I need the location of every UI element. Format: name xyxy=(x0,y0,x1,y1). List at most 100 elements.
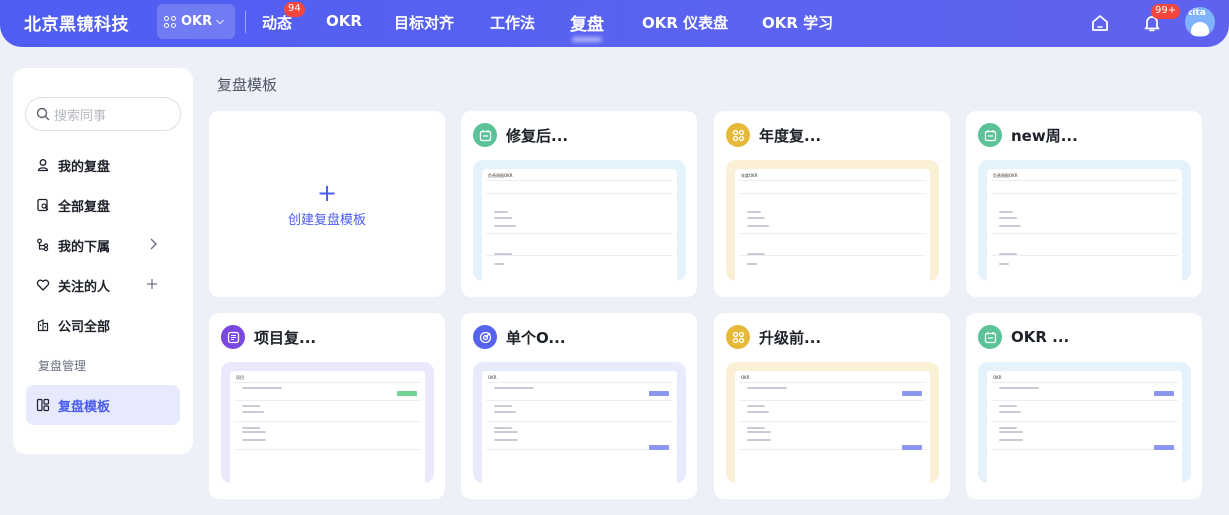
app-switcher-label: OKR xyxy=(181,14,213,29)
preview-divider xyxy=(486,193,673,194)
preview-text-line xyxy=(999,211,1013,213)
building-icon xyxy=(37,319,49,332)
preview-status-chip xyxy=(1154,391,1174,396)
preview-status-chip xyxy=(902,445,922,450)
preview-divider xyxy=(739,180,926,181)
preview-text-line xyxy=(747,211,761,213)
template-preview-page: OKR xyxy=(482,371,677,483)
search-placeholder: 搜索同事 xyxy=(54,108,107,124)
template-preview-thumbnail: OKR xyxy=(473,362,686,483)
sidebar: 搜索同事 我的复盘 全部复盘 我的下属 关注的人 公司全部 复盘管理 复盘模板 xyxy=(13,68,193,454)
preview-text-line xyxy=(494,263,504,265)
sidebar-item-subordinates[interactable]: 我的下属 xyxy=(26,225,180,265)
nav-tab-okr[interactable]: OKR xyxy=(326,12,362,30)
chevron-down-icon: ⌵ xyxy=(216,16,224,27)
preview-title: 负责周报OKR xyxy=(488,173,513,178)
calendar-icon xyxy=(473,123,497,147)
template-card-title: 年度复... xyxy=(759,126,822,145)
plus-icon[interactable] xyxy=(146,277,158,291)
preview-title: OKR xyxy=(488,375,497,380)
home-icon[interactable] xyxy=(1089,12,1111,34)
preview-divider xyxy=(739,400,926,401)
preview-text-line xyxy=(747,253,765,255)
create-template-card[interactable]: + 创建复盘模板 xyxy=(209,111,445,297)
nav-tab-methods[interactable]: 工作法 xyxy=(490,12,535,33)
preview-text-line xyxy=(999,217,1017,219)
sidebar-item-company[interactable]: 公司全部 xyxy=(26,305,180,345)
nav-tab-review[interactable]: 复盘 xyxy=(570,10,604,35)
preview-divider xyxy=(486,382,673,383)
template-preview-thumbnail: 项目 xyxy=(221,362,434,483)
preview-text-line xyxy=(999,427,1017,429)
preview-divider xyxy=(234,400,421,401)
nav-divider xyxy=(245,11,246,33)
preview-divider xyxy=(486,233,673,234)
template-card[interactable]: 项目复... 项目 xyxy=(209,313,445,499)
sidebar-item-templates[interactable]: 复盘模板 xyxy=(26,385,180,425)
nav-tab-dashboard[interactable]: OKR 仪表盘 xyxy=(642,12,728,33)
preview-text-line xyxy=(999,253,1017,255)
create-template-label: 创建复盘模板 xyxy=(287,212,366,228)
preview-divider xyxy=(739,255,926,256)
template-card[interactable]: new周... 负责周报OKR xyxy=(966,111,1202,297)
preview-divider xyxy=(486,449,673,450)
sidebar-item-label: 公司全部 xyxy=(58,319,111,335)
template-preview-thumbnail: OKR xyxy=(978,362,1191,483)
preview-text-line xyxy=(747,439,771,441)
preview-text-line xyxy=(494,387,534,389)
preview-divider xyxy=(739,421,926,422)
chevron-right-icon xyxy=(150,238,157,250)
template-card-header: new周... xyxy=(978,123,1078,147)
template-card[interactable]: 单个O... OKR xyxy=(461,313,697,499)
preview-text-line xyxy=(747,263,757,265)
preview-text-line xyxy=(242,439,266,441)
preview-divider xyxy=(991,421,1178,422)
nav-tab-learning[interactable]: OKR 学习 xyxy=(762,12,833,33)
user-icon xyxy=(37,159,49,172)
grid-icon xyxy=(726,325,750,349)
top-navigation-bar: 北京黑镜科技 OKR ⌵ 动态 94 OKR 目标对齐 工作法 复盘 OKR 仪… xyxy=(0,0,1229,47)
nav-tab-feed[interactable]: 动态 94 xyxy=(262,2,305,33)
preview-status-chip xyxy=(649,391,669,396)
nav-tab-alignment[interactable]: 目标对齐 xyxy=(394,12,454,33)
preview-text-line xyxy=(494,439,518,441)
notification-count-badge: 99+ xyxy=(1151,4,1181,19)
notification-bell-icon[interactable]: 99+ xyxy=(1141,4,1181,34)
template-card[interactable]: 修复后... 负责周报OKR xyxy=(461,111,697,297)
preview-divider xyxy=(739,193,926,194)
template-card[interactable]: 升级前... OKR xyxy=(714,313,950,499)
calendar-icon xyxy=(978,325,1002,349)
preview-title: OKR xyxy=(993,375,1002,380)
sidebar-item-my-review[interactable]: 我的复盘 xyxy=(26,145,180,185)
preview-text-line xyxy=(999,405,1017,407)
search-colleague-input[interactable]: 搜索同事 xyxy=(25,97,181,131)
grid-icon xyxy=(726,123,750,147)
preview-divider xyxy=(991,255,1178,256)
preview-divider xyxy=(739,449,926,450)
template-card[interactable]: 年度复... 年度OKR xyxy=(714,111,950,297)
user-avatar[interactable]: tita xyxy=(1185,7,1215,37)
sidebar-item-label: 我的下属 xyxy=(58,239,111,255)
sidebar-item-label: 关注的人 xyxy=(58,279,111,295)
template-card-header: 修复后... xyxy=(473,123,568,147)
preview-title: OKR xyxy=(741,375,750,380)
template-card[interactable]: OKR ... OKR xyxy=(966,313,1202,499)
template-preview-thumbnail: OKR xyxy=(726,362,939,483)
target-icon xyxy=(473,325,497,349)
preview-text-line xyxy=(747,387,787,389)
sidebar-item-following[interactable]: 关注的人 xyxy=(26,265,180,305)
feed-count-badge: 94 xyxy=(284,2,305,17)
preview-text-line xyxy=(242,427,260,429)
nav-tab-label: 动态 xyxy=(262,14,293,32)
template-card-title: 单个O... xyxy=(506,328,566,347)
template-card-header: 单个O... xyxy=(473,325,566,349)
sidebar-item-label: 全部复盘 xyxy=(58,199,111,215)
app-switcher[interactable]: OKR ⌵ xyxy=(157,4,235,39)
preview-divider xyxy=(486,180,673,181)
company-name[interactable]: 北京黑镜科技 xyxy=(24,10,129,35)
preview-divider xyxy=(991,233,1178,234)
sidebar-item-all-review[interactable]: 全部复盘 xyxy=(26,185,180,225)
heart-icon xyxy=(36,279,50,291)
preview-divider xyxy=(234,421,421,422)
template-preview-thumbnail: 负责周报OKR xyxy=(978,160,1191,281)
